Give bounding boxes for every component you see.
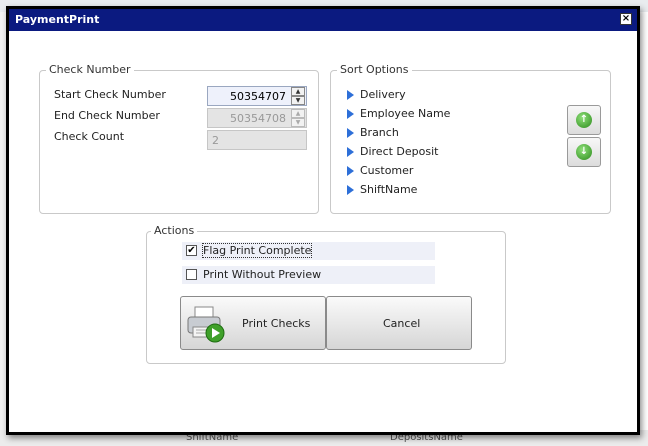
printer-icon <box>187 306 225 343</box>
flag-print-complete-checkbox[interactable]: ✔ <box>186 245 197 256</box>
move-down-button[interactable]: ↓ <box>567 137 601 167</box>
triangle-right-icon <box>347 90 354 100</box>
flag-print-complete-option[interactable]: ✔ Flag Print Complete <box>182 242 435 260</box>
end-check-number-label: End Check Number <box>54 109 160 122</box>
end-spin-down-icon[interactable]: ▼ <box>291 118 305 127</box>
print-without-preview-checkbox[interactable] <box>186 269 197 280</box>
flag-print-complete-label: Flag Print Complete <box>201 243 313 258</box>
actions-group: Actions ✔ Flag Print Complete Print With… <box>146 224 506 364</box>
check-count-label: Check Count <box>54 130 125 143</box>
print-checks-button[interactable]: Print Checks <box>180 296 326 350</box>
triangle-right-icon <box>347 147 354 157</box>
dialog-title: PaymentPrint <box>15 13 100 26</box>
payment-print-dialog: PaymentPrint × Check Number Start Check … <box>6 6 640 435</box>
start-spin-down-icon[interactable]: ▼ <box>291 96 305 105</box>
triangle-right-icon <box>347 128 354 138</box>
triangle-right-icon <box>347 166 354 176</box>
arrow-down-icon: ↓ <box>576 144 592 160</box>
actions-legend: Actions <box>151 224 198 237</box>
close-button[interactable]: × <box>620 13 632 25</box>
check-count-input[interactable]: 2 <box>207 130 307 150</box>
start-spin-up-icon[interactable]: ▲ <box>291 87 305 96</box>
cancel-label: Cancel <box>383 317 421 330</box>
sort-options-legend: Sort Options <box>337 63 412 76</box>
triangle-right-icon <box>347 185 354 195</box>
title-bar: PaymentPrint × <box>9 9 637 31</box>
print-without-preview-label: Print Without Preview <box>203 268 322 281</box>
print-checks-label: Print Checks <box>242 317 311 330</box>
sort-options-group: Sort Options Delivery Employee Name Bran… <box>330 63 611 214</box>
start-check-number-label: Start Check Number <box>54 88 166 101</box>
move-up-button[interactable]: ↑ <box>567 105 601 135</box>
print-without-preview-option[interactable]: Print Without Preview <box>182 266 435 284</box>
arrow-up-icon: ↑ <box>576 112 592 128</box>
triangle-right-icon <box>347 109 354 119</box>
check-number-group: Check Number Start Check Number 50354707… <box>39 63 319 214</box>
end-spin-up-icon[interactable]: ▲ <box>291 109 305 118</box>
cancel-button[interactable]: Cancel <box>326 296 472 350</box>
check-number-legend: Check Number <box>46 63 134 76</box>
